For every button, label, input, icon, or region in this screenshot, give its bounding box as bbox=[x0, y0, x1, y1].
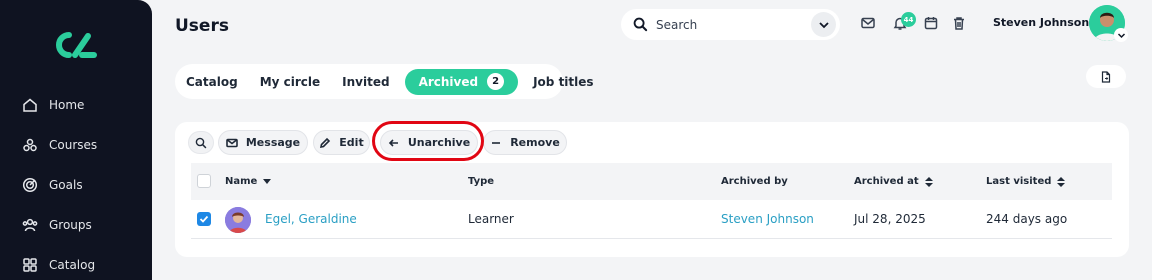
message-button[interactable]: Message bbox=[218, 130, 308, 155]
last-visited: 244 days ago bbox=[986, 212, 1068, 226]
grid-icon bbox=[23, 258, 37, 272]
tab-job-titles[interactable]: Job titles bbox=[533, 75, 593, 89]
tab-label: Archived bbox=[418, 74, 479, 89]
calendar-button[interactable] bbox=[923, 15, 939, 31]
trash-icon bbox=[954, 17, 964, 30]
search-scope-dropdown[interactable] bbox=[811, 12, 836, 37]
search-icon bbox=[633, 17, 648, 32]
export-button[interactable] bbox=[1086, 65, 1126, 88]
edit-button-label: Edit bbox=[339, 136, 364, 149]
check-icon bbox=[199, 215, 209, 223]
messages-button[interactable] bbox=[860, 15, 876, 31]
tab-my-circle[interactable]: My circle bbox=[260, 75, 320, 89]
page-title: Users bbox=[175, 16, 229, 36]
column-header-archived-by: Archived by bbox=[721, 176, 788, 187]
file-export-icon bbox=[1101, 70, 1111, 83]
remove-button-label: Remove bbox=[510, 136, 560, 149]
user-menu-toggle[interactable] bbox=[1114, 28, 1128, 42]
mail-icon bbox=[861, 17, 875, 29]
edit-button[interactable]: Edit bbox=[313, 130, 370, 155]
tab-catalog[interactable]: Catalog bbox=[186, 75, 238, 89]
archived-at-date: Jul 28, 2025 bbox=[854, 212, 926, 226]
row-checkbox[interactable] bbox=[197, 212, 211, 226]
groups-icon bbox=[22, 218, 38, 232]
user-type: Learner bbox=[468, 212, 514, 226]
archived-by-link[interactable]: Steven Johnson bbox=[721, 212, 814, 226]
table-header bbox=[191, 163, 1112, 200]
courses-icon bbox=[23, 138, 37, 152]
sidebar-item-home[interactable]: Home bbox=[22, 94, 84, 116]
sidebar-item-label: Goals bbox=[49, 178, 83, 192]
tab-archived[interactable]: Archived 2 bbox=[404, 68, 519, 95]
sidebar-item-label: Groups bbox=[49, 218, 92, 232]
sidebar-item-catalog[interactable]: Catalog bbox=[22, 254, 95, 276]
sort-icon bbox=[1057, 176, 1066, 187]
app-logo[interactable] bbox=[52, 28, 98, 62]
sidebar: Home Courses Goals Groups Catalog bbox=[0, 0, 152, 280]
column-header-label: Type bbox=[468, 176, 495, 187]
user-tabs: Catalog My circle Invited Archived 2 Job… bbox=[175, 64, 594, 99]
column-header-type: Type bbox=[468, 176, 494, 187]
sidebar-item-label: Courses bbox=[49, 138, 98, 152]
chevron-down-icon bbox=[818, 21, 829, 28]
sidebar-item-label: Catalog bbox=[49, 258, 96, 272]
tab-invited[interactable]: Invited bbox=[342, 75, 389, 89]
sidebar-item-groups[interactable]: Groups bbox=[22, 214, 92, 236]
minus-icon bbox=[492, 141, 501, 144]
target-icon bbox=[22, 177, 38, 193]
sort-down-icon bbox=[263, 178, 272, 184]
table-search-button[interactable] bbox=[188, 131, 214, 154]
home-icon bbox=[23, 98, 37, 112]
column-header-label: Archived at bbox=[854, 176, 919, 187]
column-header-archived-at[interactable]: Archived at bbox=[854, 176, 933, 187]
search-bar[interactable] bbox=[621, 9, 840, 40]
sidebar-item-label: Home bbox=[49, 98, 85, 112]
sort-icon bbox=[924, 176, 933, 187]
chevron-down-icon bbox=[1117, 32, 1125, 38]
column-header-label: Name bbox=[225, 176, 258, 187]
remove-button[interactable]: Remove bbox=[483, 130, 567, 155]
sidebar-item-courses[interactable]: Courses bbox=[22, 134, 97, 156]
column-header-label: Archived by bbox=[721, 176, 788, 187]
pencil-icon bbox=[320, 137, 331, 148]
user-name-link[interactable]: Egel, Geraldine bbox=[265, 212, 357, 226]
column-header-name[interactable]: Name bbox=[225, 176, 272, 187]
tab-count-badge: 2 bbox=[487, 73, 505, 90]
mail-icon bbox=[226, 138, 238, 147]
select-all-checkbox[interactable] bbox=[197, 174, 211, 188]
notification-badge: 44 bbox=[901, 12, 916, 27]
search-input[interactable] bbox=[656, 17, 796, 32]
column-header-last-visited[interactable]: Last visited bbox=[986, 176, 1066, 187]
sidebar-item-goals[interactable]: Goals bbox=[22, 174, 83, 196]
search-icon bbox=[195, 137, 207, 148]
unarchive-highlight-annotation bbox=[372, 121, 484, 161]
trash-button[interactable] bbox=[951, 15, 967, 31]
message-button-label: Message bbox=[245, 136, 301, 149]
avatar bbox=[225, 207, 251, 233]
avatar-image bbox=[225, 207, 251, 233]
user-name: Steven Johnson bbox=[993, 16, 1090, 29]
calendar-icon bbox=[924, 17, 938, 30]
column-header-label: Last visited bbox=[986, 176, 1052, 187]
